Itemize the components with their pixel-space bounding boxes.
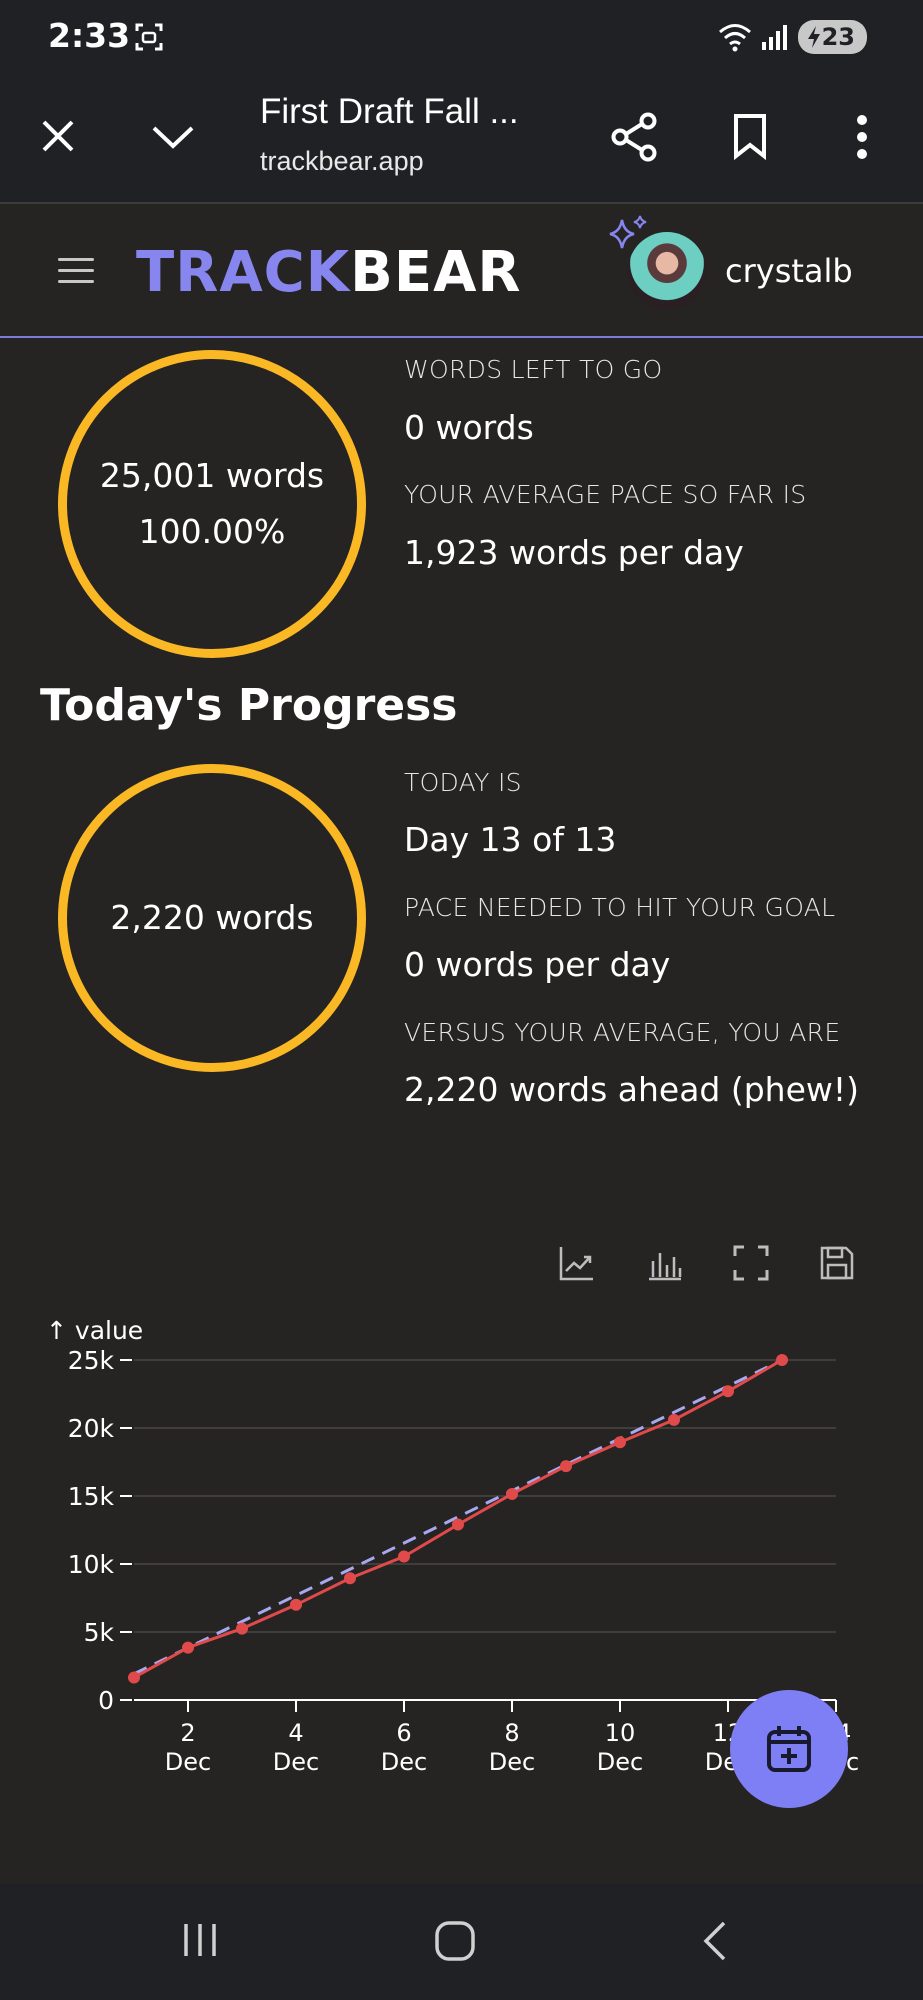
username[interactable]: crystalb (725, 252, 853, 290)
y-tick-label: 5k (84, 1618, 115, 1647)
versus-average-value: 2,220 words ahead (phew!) (404, 1070, 859, 1109)
charging-icon (807, 26, 820, 48)
data-point[interactable] (128, 1671, 140, 1684)
bookmark-icon[interactable] (730, 112, 770, 160)
signal-icon (761, 25, 787, 50)
today-is-value: Day 13 of 13 (404, 820, 617, 859)
total-percent: 100.00% (138, 512, 286, 551)
data-point[interactable] (776, 1353, 788, 1366)
battery-indicator: 23 (797, 20, 867, 54)
data-point[interactable] (560, 1460, 572, 1473)
back-icon[interactable] (700, 1920, 730, 1962)
data-point[interactable] (614, 1436, 626, 1449)
x-tick-label-month: Dec (489, 1748, 535, 1776)
x-tick-label: 10 (605, 1719, 636, 1747)
x-tick-label-month: Dec (165, 1748, 211, 1776)
x-tick-label: 2 (180, 1719, 195, 1747)
page-url[interactable]: trackbear.app (260, 146, 424, 177)
system-nav-bar (0, 1884, 923, 2000)
x-tick-label: 6 (396, 1719, 411, 1747)
data-point[interactable] (290, 1598, 302, 1611)
calendar-add-icon (767, 1726, 811, 1772)
today-is-label: TODAY IS (404, 768, 522, 797)
status-icons: 23 (718, 20, 867, 54)
total-progress-ring: 25,001 words 100.00% (58, 350, 366, 658)
browser-toolbar: First Draft Fall ... trackbear.app (0, 76, 923, 204)
share-icon[interactable] (610, 112, 658, 162)
app-header: TRACKBEAR crystalb (0, 206, 923, 338)
menu-icon[interactable] (58, 258, 94, 284)
data-point[interactable] (506, 1487, 518, 1500)
today-words: 2,220 words (110, 898, 314, 937)
x-tick-label-month: Dec (273, 1748, 319, 1776)
average-pace-label: YOUR AVERAGE PACE SO FAR IS (404, 480, 807, 509)
data-point[interactable] (398, 1550, 410, 1563)
words-left-label: WORDS LEFT TO GO (404, 355, 663, 384)
data-point[interactable] (344, 1572, 356, 1585)
data-point[interactable] (182, 1641, 194, 1654)
recent-apps-icon[interactable] (180, 1920, 220, 1960)
today-progress-ring: 2,220 words (58, 764, 366, 1072)
more-vert-icon[interactable] (856, 114, 868, 160)
bar-chart-icon[interactable] (646, 1244, 684, 1282)
page-title[interactable]: First Draft Fall ... (260, 92, 519, 132)
home-icon[interactable] (434, 1920, 476, 1962)
avatar[interactable] (628, 232, 706, 310)
screenshot-icon (135, 23, 163, 51)
data-point[interactable] (236, 1622, 248, 1635)
line-chart-icon[interactable] (558, 1244, 596, 1282)
total-words: 25,001 words (99, 456, 325, 495)
fullscreen-icon[interactable] (732, 1244, 770, 1282)
y-tick-label: 0 (98, 1686, 114, 1715)
y-tick-label: 10k (68, 1550, 115, 1579)
pace-needed-value: 0 words per day (404, 945, 671, 984)
target-pace-line (133, 1358, 783, 1676)
chevron-down-icon[interactable] (150, 122, 196, 152)
y-axis-label: ↑ value (46, 1316, 143, 1345)
x-tick-label: 8 (504, 1719, 519, 1747)
pace-needed-label: PACE NEEDED TO HIT YOUR GOAL (404, 893, 836, 922)
x-tick-label-month: Dec (381, 1748, 427, 1776)
y-tick-label: 25k (68, 1346, 115, 1375)
average-pace-value: 1,923 words per day (404, 533, 744, 572)
close-icon[interactable] (40, 118, 76, 154)
status-bar: 2:33 23 (0, 0, 923, 76)
data-point[interactable] (668, 1413, 680, 1426)
x-tick-label-month: Dec (597, 1748, 643, 1776)
data-point[interactable] (452, 1518, 464, 1531)
battery-level: 23 (821, 23, 855, 51)
x-tick-label: 4 (288, 1719, 303, 1747)
trackbear-logo[interactable]: TRACKBEAR (136, 240, 522, 305)
versus-average-label: VERSUS YOUR AVERAGE, YOU ARE (404, 1018, 841, 1047)
add-progress-button[interactable] (730, 1690, 848, 1808)
section-title-today: Today's Progress (40, 680, 458, 731)
data-point[interactable] (722, 1385, 734, 1398)
save-icon[interactable] (818, 1244, 856, 1282)
wifi-icon (718, 24, 751, 52)
words-left-value: 0 words (404, 408, 534, 447)
status-time: 2:33 (48, 16, 131, 55)
y-tick-label: 15k (68, 1482, 115, 1511)
y-tick-label: 20k (68, 1414, 115, 1443)
